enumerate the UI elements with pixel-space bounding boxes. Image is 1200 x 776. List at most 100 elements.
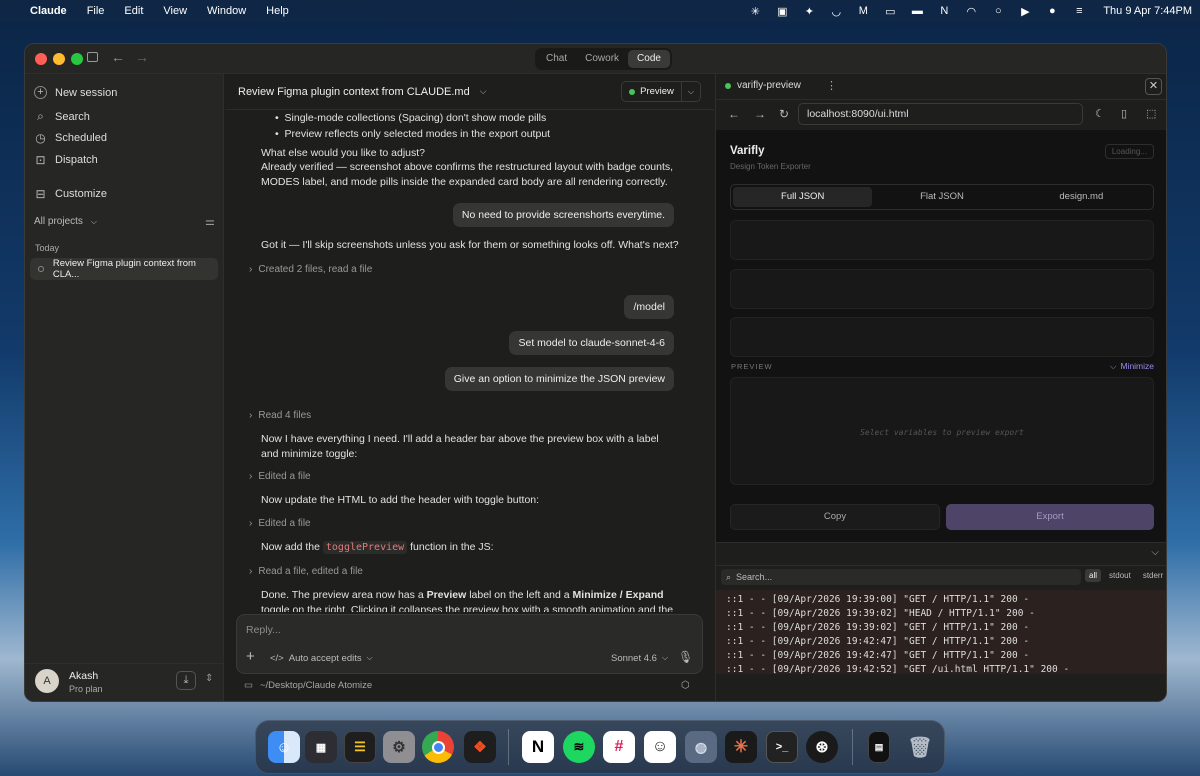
- headphones-icon[interactable]: ◡: [829, 5, 843, 18]
- chat-title[interactable]: Review Figma plugin context from CLAUDE.…: [238, 86, 470, 98]
- message-text: Done. The preview area now has a: [261, 589, 424, 601]
- display-icon[interactable]: ▭: [883, 5, 897, 18]
- more-options-icon[interactable]: ⋮: [826, 79, 837, 92]
- downloads-stack-icon[interactable]: ▤: [868, 731, 890, 763]
- ollama-icon[interactable]: ☺: [644, 731, 676, 763]
- menu-app-name[interactable]: Claude: [30, 5, 67, 17]
- reload-icon[interactable]: ↻: [779, 107, 789, 121]
- download-icon[interactable]: ⤓: [176, 671, 196, 690]
- collection-card[interactable]: [730, 269, 1154, 309]
- url-bar[interactable]: localhost:8090/ui.html: [798, 103, 1083, 125]
- sidebar-item-scheduled[interactable]: ◷ Scheduled: [34, 131, 107, 145]
- chatgpt-icon[interactable]: ⊛: [806, 731, 838, 763]
- inspect-icon[interactable]: ⬚: [1146, 107, 1156, 120]
- back-arrow-icon[interactable]: ←: [111, 49, 125, 65]
- copy-button[interactable]: Copy: [730, 504, 940, 530]
- claude-status-icon[interactable]: ✳: [748, 5, 762, 18]
- session-item[interactable]: Review Figma plugin context from CLA...: [30, 258, 218, 280]
- menu-window[interactable]: Window: [207, 5, 246, 17]
- menu-help[interactable]: Help: [266, 5, 289, 17]
- mail-icon[interactable]: M: [856, 5, 870, 17]
- chevron-down-icon[interactable]: ⌵: [682, 87, 700, 97]
- device-icon[interactable]: ▯: [1121, 107, 1127, 120]
- cube-icon[interactable]: ⬡: [681, 680, 690, 691]
- new-session-button[interactable]: + New session: [34, 86, 117, 99]
- chrome-icon[interactable]: [422, 731, 454, 763]
- minimize-window-button[interactable]: [53, 53, 65, 65]
- tool-call[interactable]: › Read 4 files: [249, 410, 311, 421]
- console-search-placeholder: Search...: [736, 572, 773, 582]
- model-selector[interactable]: Sonnet 4.6 ⌵: [611, 653, 668, 664]
- settings-icon[interactable]: ⚙: [383, 731, 415, 763]
- sidebar-item-customize[interactable]: ⊟ Customize: [34, 187, 107, 201]
- filter-stdout[interactable]: stdout: [1105, 569, 1135, 582]
- plus-icon[interactable]: +: [246, 648, 255, 665]
- launchpad-icon[interactable]: ▦: [305, 731, 337, 763]
- battery-icon[interactable]: ▬: [910, 5, 924, 17]
- wifi-icon[interactable]: ◠: [964, 5, 978, 18]
- play-icon[interactable]: ▶: [1018, 5, 1032, 18]
- back-arrow-icon[interactable]: ←: [728, 107, 740, 121]
- sidebar-toggle-icon[interactable]: [87, 52, 98, 62]
- spotlight-icon[interactable]: ○: [991, 5, 1005, 17]
- control-center-icon[interactable]: ≡: [1072, 5, 1086, 17]
- tab-design-md[interactable]: design.md: [1012, 187, 1151, 207]
- avatar[interactable]: A: [35, 669, 59, 693]
- clock[interactable]: Thu 9 Apr 7:44PM: [1103, 5, 1192, 17]
- forward-arrow-icon[interactable]: →: [135, 49, 149, 65]
- chevron-down-icon[interactable]: ⌵: [480, 86, 487, 97]
- collection-card[interactable]: [730, 220, 1154, 260]
- auto-accept-dropdown[interactable]: </> Auto accept edits ⌵: [270, 653, 373, 664]
- tab-code[interactable]: Code: [628, 50, 670, 68]
- tab-full-json[interactable]: Full JSON: [733, 187, 873, 207]
- notes-icon[interactable]: ☰: [344, 731, 376, 763]
- spotify-icon[interactable]: ≋: [563, 731, 595, 763]
- microphone-icon[interactable]: 🎙: [678, 650, 693, 664]
- tool-call[interactable]: › Edited a file: [249, 518, 311, 529]
- tab-flat-json[interactable]: Flat JSON: [872, 187, 1011, 207]
- user-message: /model: [624, 295, 674, 319]
- preview-tab[interactable]: varifly-preview: [725, 80, 801, 91]
- filter-stderr[interactable]: stderr: [1139, 569, 1166, 582]
- clipboard-icon[interactable]: ▣: [775, 5, 789, 18]
- filter-settings-icon[interactable]: ⚌: [205, 215, 215, 228]
- menu-edit[interactable]: Edit: [124, 5, 143, 17]
- collection-card[interactable]: [730, 317, 1154, 357]
- chevron-down-icon[interactable]: ⌵: [1151, 547, 1159, 558]
- tool-call[interactable]: › Edited a file: [249, 471, 311, 482]
- tab-cowork[interactable]: Cowork: [576, 50, 628, 68]
- filter-all[interactable]: all: [1085, 569, 1102, 582]
- preview-button[interactable]: Preview ⌵: [621, 81, 701, 102]
- sparkle-icon[interactable]: ✦: [802, 5, 816, 18]
- notion-tray-icon[interactable]: N: [937, 5, 951, 17]
- close-window-button[interactable]: [35, 53, 47, 65]
- trash-icon[interactable]: 🗑: [904, 731, 936, 763]
- menu-view[interactable]: View: [163, 5, 187, 17]
- minimize-toggle[interactable]: ⌵ Minimize: [1110, 361, 1154, 372]
- docker-icon[interactable]: ◍: [685, 731, 717, 763]
- export-button[interactable]: Export: [946, 504, 1154, 530]
- working-directory[interactable]: ▭ ~/Desktop/Claude Atomize: [244, 680, 372, 691]
- tab-chat[interactable]: Chat: [537, 50, 576, 68]
- claude-app-icon[interactable]: ✳: [725, 731, 757, 763]
- forward-arrow-icon[interactable]: →: [754, 107, 766, 121]
- zoom-window-button[interactable]: [71, 53, 83, 65]
- tool-call[interactable]: › Read a file, edited a file: [249, 566, 363, 577]
- user-avatar-icon[interactable]: ●: [1045, 5, 1059, 17]
- reply-input[interactable]: Reply...: [246, 624, 281, 636]
- notion-icon[interactable]: N: [522, 731, 554, 763]
- dark-mode-icon[interactable]: ☾: [1095, 107, 1105, 120]
- slack-icon[interactable]: #: [603, 731, 635, 763]
- console-search-input[interactable]: ⌕ Search...: [721, 569, 1081, 585]
- terminal-icon[interactable]: >_: [766, 731, 798, 763]
- expand-updown-icon[interactable]: ⇕: [205, 673, 213, 684]
- sidebar-item-search[interactable]: ⌕ Search: [34, 109, 90, 124]
- projects-filter-dropdown[interactable]: All projects ⌵: [34, 216, 97, 227]
- bullet-text: Single-mode collections (Spacing) don't …: [284, 112, 547, 124]
- figma-icon[interactable]: ❖: [464, 731, 496, 763]
- tool-call[interactable]: › Created 2 files, read a file: [249, 264, 372, 275]
- menu-file[interactable]: File: [87, 5, 105, 17]
- sidebar-item-dispatch[interactable]: ⊡ Dispatch: [34, 153, 97, 167]
- finder-icon[interactable]: ☺: [268, 731, 300, 763]
- close-icon[interactable]: ✕: [1145, 78, 1162, 95]
